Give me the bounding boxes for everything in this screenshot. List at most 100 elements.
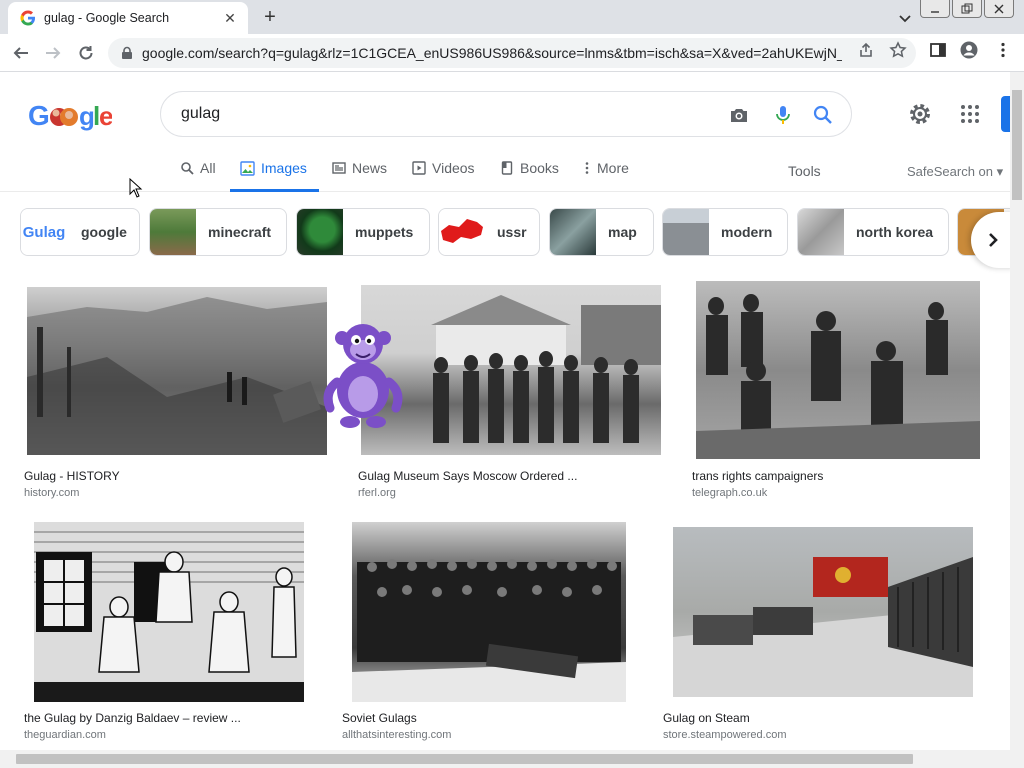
chip-minecraft[interactable]: minecraft <box>149 208 287 256</box>
result-image[interactable] <box>696 281 980 459</box>
address-bar[interactable]: google.com/search?q=gulag&rlz=1C1GCEA_en… <box>108 38 916 68</box>
workers-photo <box>696 294 980 459</box>
sign-in-button-edge[interactable] <box>1001 96 1010 132</box>
result-image[interactable] <box>361 285 661 455</box>
restore-button[interactable] <box>952 0 982 18</box>
new-tab-button[interactable]: + <box>258 5 282 29</box>
close-window-button[interactable] <box>984 0 1014 18</box>
result-source[interactable]: telegraph.co.uk <box>692 487 767 499</box>
result-source[interactable]: store.steampowered.com <box>663 729 787 741</box>
result-title[interactable]: Gulag - HISTORY <box>24 469 120 483</box>
google-results-page: G g l e gulag All Images News Videos Boo… <box>0 72 1010 750</box>
profile-avatar-icon[interactable] <box>960 41 978 59</box>
tab-label: All <box>200 160 216 176</box>
chip-north-korea[interactable]: north korea <box>797 208 949 256</box>
lock-icon[interactable] <box>120 46 134 60</box>
tab-more[interactable]: More <box>583 160 629 192</box>
svg-text:e: e <box>99 101 112 131</box>
bonzi-buddy-character[interactable] <box>320 312 406 432</box>
horizontal-scrollbar[interactable] <box>0 750 1010 768</box>
tab-label: More <box>597 160 629 176</box>
chip-label: muppets <box>355 224 414 240</box>
svg-text:g: g <box>79 101 94 131</box>
chip-label: minecraft <box>208 224 272 240</box>
chip-thumb <box>297 209 343 255</box>
tab-label: Videos <box>432 160 475 176</box>
tab-title: gulag - Google Search <box>44 11 170 25</box>
google-doodle-logo[interactable]: G g l e <box>28 96 112 136</box>
minimize-button[interactable] <box>920 0 950 18</box>
book-icon <box>501 161 513 175</box>
result-title[interactable]: the Gulag by Danzig Baldaev – review ... <box>24 711 241 725</box>
bookmark-star-icon[interactable] <box>889 41 907 59</box>
result-source[interactable]: theguardian.com <box>24 729 106 741</box>
search-icon[interactable] <box>812 104 834 126</box>
search-box[interactable]: gulag <box>160 91 852 137</box>
result-image[interactable] <box>673 527 973 697</box>
back-button[interactable] <box>9 41 33 65</box>
chip-map[interactable]: map <box>549 208 654 256</box>
chip-label: ussr <box>497 224 527 240</box>
image-icon <box>240 161 255 176</box>
settings-gear-icon[interactable] <box>908 102 932 126</box>
news-icon <box>332 162 346 174</box>
share-icon[interactable] <box>857 41 875 59</box>
result-title[interactable]: Gulag Museum Says Moscow Ordered ... <box>358 469 577 483</box>
gulag-camp-photo <box>27 297 327 455</box>
url-text[interactable]: google.com/search?q=gulag&rlz=1C1GCEA_en… <box>142 45 842 61</box>
chip-thumb: Gulag <box>21 209 67 255</box>
safesearch-toggle[interactable]: SafeSearch on ▾ <box>907 164 1003 180</box>
browser-menu-icon[interactable] <box>994 41 1012 59</box>
tab-close-icon[interactable]: ✕ <box>222 10 238 27</box>
result-source[interactable]: allthatsinteresting.com <box>342 729 451 741</box>
soviet-gulag-group-photo <box>352 559 626 702</box>
result-title[interactable]: trans rights campaigners <box>692 469 823 483</box>
prisoners-photo <box>431 295 661 443</box>
chip-muppets[interactable]: muppets <box>296 208 430 256</box>
result-image[interactable] <box>27 287 327 455</box>
more-vert-icon <box>585 162 589 174</box>
gulag-game-screenshot <box>673 557 973 697</box>
search-query[interactable]: gulag <box>181 105 220 123</box>
chip-label: google <box>81 224 127 240</box>
result-source[interactable]: history.com <box>24 487 79 499</box>
camera-icon[interactable] <box>728 104 750 126</box>
reload-icon <box>79 46 93 60</box>
apps-grid-icon[interactable] <box>958 102 982 126</box>
side-panel-icon[interactable] <box>929 41 947 59</box>
chip-google[interactable]: Gulag google <box>20 208 140 256</box>
horizontal-scroll-thumb[interactable] <box>16 754 913 764</box>
vertical-scroll-thumb[interactable] <box>1012 90 1022 200</box>
tab-news[interactable]: News <box>332 160 387 192</box>
chip-thumb <box>798 209 844 255</box>
video-icon <box>412 161 426 175</box>
chevron-right-icon <box>989 233 998 247</box>
tab-images[interactable]: Images <box>230 160 319 192</box>
doodle-logo-icon: G g l e <box>28 100 112 131</box>
ussr-map-icon <box>441 219 483 243</box>
related-chips: Gulag google minecraft muppets ussr map … <box>0 208 1010 256</box>
reload-button[interactable] <box>74 41 98 65</box>
dropdown-caret-icon: ▾ <box>996 164 1004 179</box>
result-title[interactable]: Soviet Gulags <box>342 711 417 725</box>
result-image[interactable] <box>352 522 626 702</box>
result-source[interactable]: rferl.org <box>358 487 396 499</box>
result-title[interactable]: Gulag on Steam <box>663 711 750 725</box>
browser-tab[interactable]: gulag - Google Search ✕ <box>8 2 248 34</box>
browser-tab-bar: gulag - Google Search ✕ + <box>0 0 1024 34</box>
chip-ussr[interactable]: ussr <box>438 208 540 256</box>
tab-search-chevron-icon[interactable] <box>895 8 915 28</box>
forward-button[interactable] <box>41 41 65 65</box>
result-image[interactable] <box>34 522 304 702</box>
tab-all[interactable]: All <box>180 160 216 192</box>
close-icon <box>994 4 1004 13</box>
tab-videos[interactable]: Videos <box>412 160 475 192</box>
vertical-scrollbar[interactable] <box>1010 72 1024 768</box>
tab-books[interactable]: Books <box>500 160 559 192</box>
microphone-icon[interactable] <box>772 104 794 126</box>
chip-label: north korea <box>856 224 934 240</box>
chip-modern[interactable]: modern <box>662 208 788 256</box>
tools-button[interactable]: Tools <box>788 163 821 179</box>
search-icon <box>181 162 194 175</box>
chip-thumb <box>439 209 485 255</box>
